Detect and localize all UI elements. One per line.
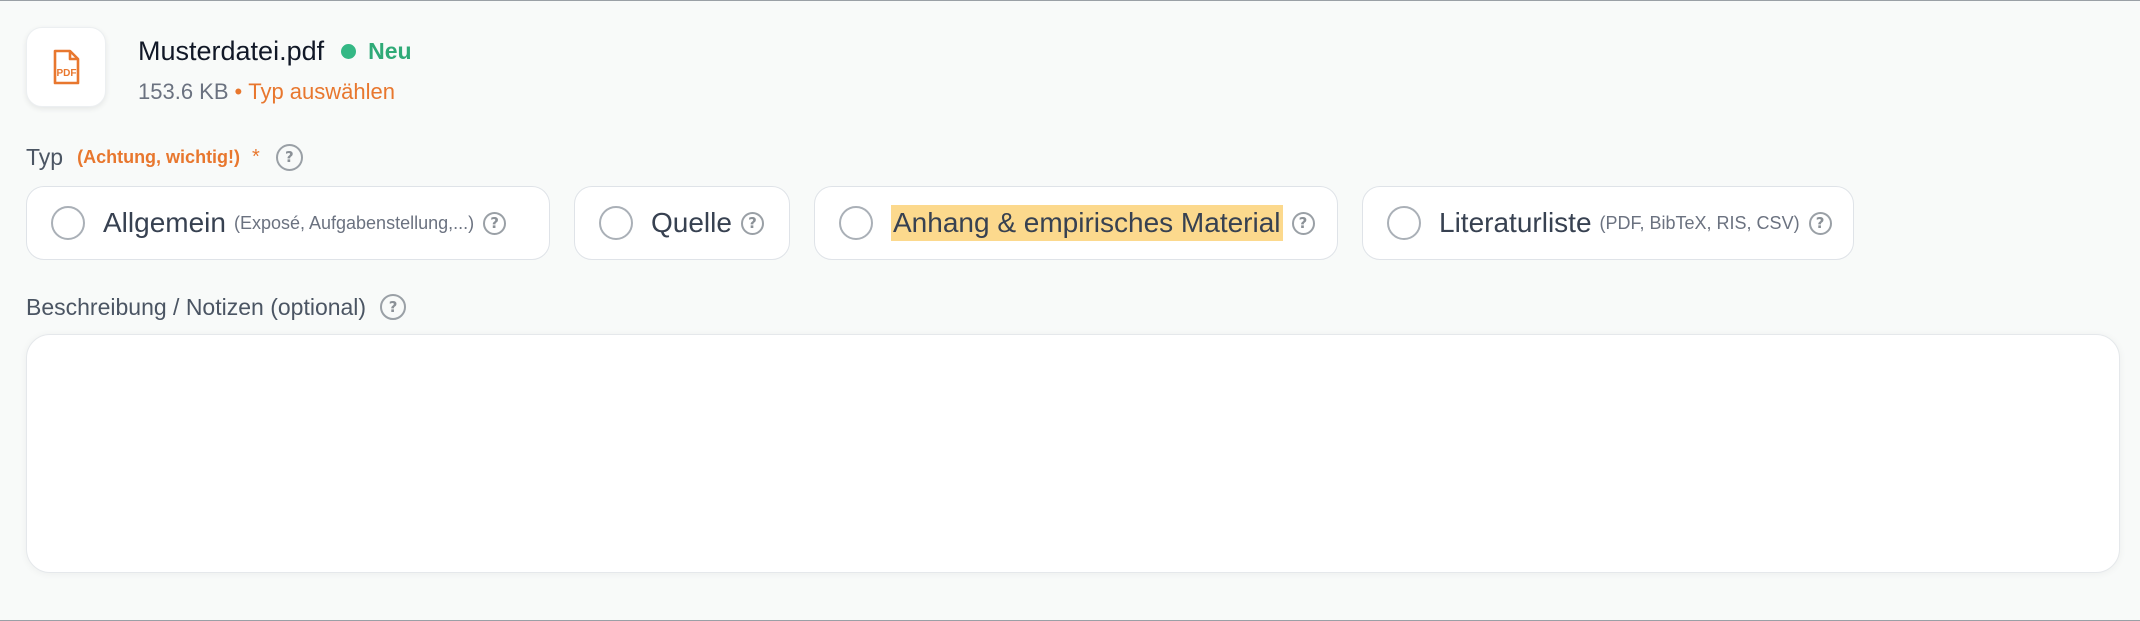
- separator-bullet: •: [234, 79, 243, 104]
- file-meta: Musterdatei.pdf Neu 153.6 KB • Typ auswä…: [138, 27, 412, 109]
- type-option-label: Anhang & empirisches Material: [891, 205, 1283, 241]
- status-badge: Neu: [368, 37, 412, 64]
- literaturliste-help-icon[interactable]: ?: [1808, 211, 1832, 235]
- allgemein-help-icon[interactable]: ?: [483, 211, 507, 235]
- type-option-allgemein[interactable]: Allgemein (Exposé, Aufgabenstellung,...)…: [26, 186, 550, 260]
- pdf-icon-label: PDF: [57, 68, 77, 79]
- select-type-link[interactable]: Typ auswählen: [248, 79, 395, 105]
- file-sub-row: 153.6 KB • Typ auswählen: [138, 75, 412, 109]
- type-field-label-row: Typ (Achtung, wichtig!) * ?: [26, 141, 303, 173]
- status-dot-icon: [341, 43, 357, 59]
- type-option-quelle[interactable]: Quelle ?: [574, 186, 790, 260]
- file-size: 153.6 KB: [138, 79, 229, 104]
- description-label: Beschreibung / Notizen (optional): [26, 293, 367, 320]
- type-help-icon[interactable]: ?: [275, 143, 303, 171]
- file-name-row: Musterdatei.pdf Neu: [138, 31, 412, 71]
- required-marker: *: [252, 145, 260, 168]
- pdf-icon: PDF: [53, 49, 80, 85]
- radio-circle-icon[interactable]: [51, 206, 85, 240]
- file-name: Musterdatei.pdf: [138, 35, 325, 66]
- description-label-row: Beschreibung / Notizen (optional) ?: [26, 291, 407, 323]
- radio-circle-icon[interactable]: [1387, 206, 1421, 240]
- type-label: Typ: [26, 143, 64, 170]
- radio-circle-icon[interactable]: [599, 206, 633, 240]
- type-warning: (Achtung, wichtig!): [77, 146, 241, 167]
- anhang-help-icon[interactable]: ?: [1291, 211, 1315, 235]
- type-option-hint: (PDF, BibTeX, RIS, CSV): [1599, 212, 1800, 233]
- type-option-label: Allgemein: [103, 207, 226, 238]
- type-option-label: Literaturliste: [1439, 207, 1592, 238]
- type-option-label: Quelle: [651, 207, 732, 238]
- radio-circle-icon[interactable]: [839, 206, 873, 240]
- type-option-literaturliste[interactable]: Literaturliste (PDF, BibTeX, RIS, CSV) ?: [1362, 186, 1854, 260]
- type-option-hint: (Exposé, Aufgabenstellung,...): [233, 212, 475, 233]
- quelle-help-icon[interactable]: ?: [740, 211, 764, 235]
- file-header: PDF Musterdatei.pdf Neu 153.6 KB • Typ a…: [26, 27, 412, 109]
- description-textarea[interactable]: [26, 334, 2120, 573]
- description-help-icon[interactable]: ?: [380, 294, 407, 320]
- type-option-anhang[interactable]: Anhang & empirisches Material ?: [814, 186, 1338, 260]
- pdf-file-icon: PDF: [26, 27, 106, 107]
